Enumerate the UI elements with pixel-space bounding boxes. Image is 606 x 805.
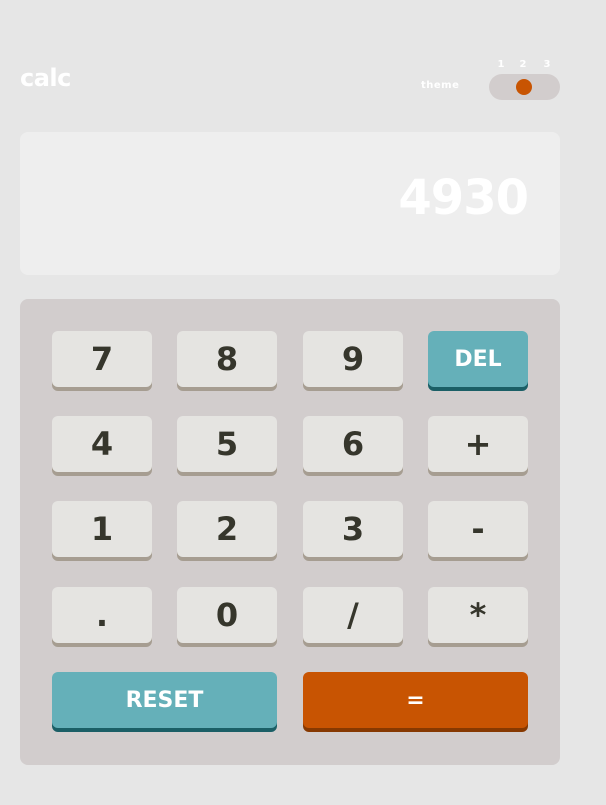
theme-option-2-label: 2 (519, 59, 527, 70)
theme-option-1-label: 1 (497, 59, 505, 70)
key-3[interactable]: 3 (303, 501, 403, 557)
key-4[interactable]: 4 (52, 416, 152, 472)
key-1[interactable]: 1 (52, 501, 152, 557)
display-value: 4930 (398, 170, 529, 226)
theme-numbers: 1 2 3 (489, 59, 560, 73)
delete-button[interactable]: DEL (428, 331, 528, 387)
key-plus[interactable]: + (428, 416, 528, 472)
key-divide[interactable]: / (303, 587, 403, 643)
key-minus[interactable]: - (428, 501, 528, 557)
key-2[interactable]: 2 (177, 501, 277, 557)
key-6[interactable]: 6 (303, 416, 403, 472)
keypad: 7 8 9 DEL 4 5 6 + 1 2 3 - . 0 / * RESET … (20, 299, 560, 765)
key-0[interactable]: 0 (177, 587, 277, 643)
key-9[interactable]: 9 (303, 331, 403, 387)
theme-label: theme (421, 80, 460, 91)
key-decimal[interactable]: . (52, 587, 152, 643)
theme-toggle-knob[interactable] (516, 79, 532, 95)
key-8[interactable]: 8 (177, 331, 277, 387)
header: calc theme 1 2 3 (20, 58, 560, 102)
theme-option-3-label: 3 (543, 59, 551, 70)
calculator-display: 4930 (20, 132, 560, 275)
key-multiply[interactable]: * (428, 587, 528, 643)
key-5[interactable]: 5 (177, 416, 277, 472)
equals-button[interactable]: = (303, 672, 528, 728)
reset-button[interactable]: RESET (52, 672, 277, 728)
theme-toggle[interactable] (489, 74, 560, 100)
app-logo: calc (20, 64, 71, 92)
key-7[interactable]: 7 (52, 331, 152, 387)
